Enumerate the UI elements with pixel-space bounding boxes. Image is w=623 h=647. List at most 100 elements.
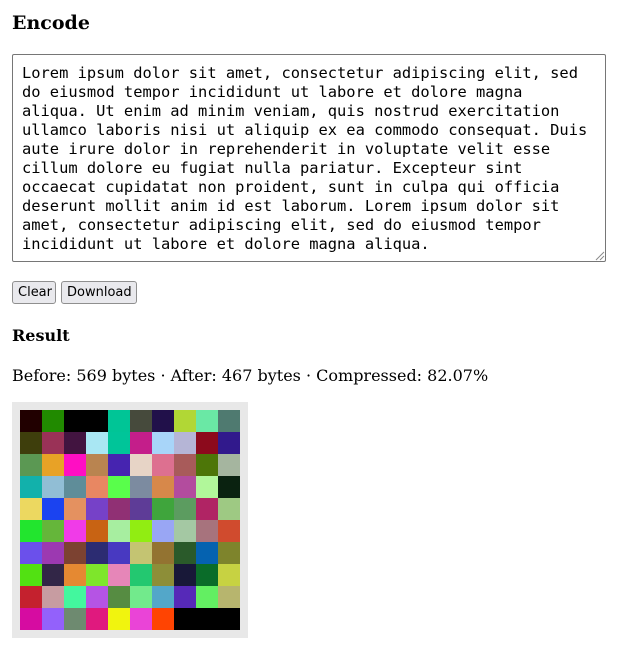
pixel-cell xyxy=(64,454,86,476)
pixel-cell xyxy=(42,586,64,608)
pixel-cell xyxy=(218,520,240,542)
pixel-cell xyxy=(196,542,218,564)
pixel-cell xyxy=(130,542,152,564)
pixel-cell xyxy=(108,410,130,432)
pixel-cell xyxy=(108,520,130,542)
pixel-cell xyxy=(130,498,152,520)
encoded-image xyxy=(12,402,248,638)
pixel-cell xyxy=(42,542,64,564)
pixel-cell xyxy=(108,454,130,476)
pixel-cell xyxy=(86,520,108,542)
pixel-cell xyxy=(174,432,196,454)
pixel-cell xyxy=(130,564,152,586)
pixel-cell xyxy=(152,564,174,586)
pixel-cell xyxy=(42,410,64,432)
pixel-cell xyxy=(42,432,64,454)
pixel-cell xyxy=(86,476,108,498)
pixel-cell xyxy=(196,586,218,608)
pixel-cell xyxy=(20,410,42,432)
pixel-cell xyxy=(20,608,42,630)
pixel-cell xyxy=(108,542,130,564)
pixel-cell xyxy=(218,542,240,564)
pixel-cell xyxy=(196,608,218,630)
pixel-cell xyxy=(64,432,86,454)
pixel-cell xyxy=(130,432,152,454)
encode-text-input[interactable]: Lorem ipsum dolor sit amet, consectetur … xyxy=(12,54,606,262)
pixel-cell xyxy=(64,476,86,498)
pixel-cell xyxy=(86,432,108,454)
pixel-cell xyxy=(64,542,86,564)
pixel-cell xyxy=(174,410,196,432)
pixel-cell xyxy=(152,410,174,432)
pixel-cell xyxy=(86,608,108,630)
pixel-cell xyxy=(196,432,218,454)
pixel-cell xyxy=(64,498,86,520)
pixel-cell xyxy=(42,564,64,586)
pixel-cell xyxy=(218,476,240,498)
pixel-cell xyxy=(218,410,240,432)
pixel-cell xyxy=(130,410,152,432)
pixel-cell xyxy=(152,520,174,542)
pixel-cell xyxy=(42,498,64,520)
pixel-cell xyxy=(196,410,218,432)
pixel-cell xyxy=(152,432,174,454)
pixel-cell xyxy=(218,608,240,630)
pixel-cell xyxy=(64,608,86,630)
pixel-cell xyxy=(174,586,196,608)
pixel-cell xyxy=(130,520,152,542)
pixel-cell xyxy=(152,586,174,608)
pixel-cell xyxy=(152,476,174,498)
pixel-cell xyxy=(86,564,108,586)
pixel-cell xyxy=(218,432,240,454)
pixel-cell xyxy=(20,476,42,498)
resize-handle-icon[interactable] xyxy=(593,249,605,261)
pixel-cell xyxy=(20,498,42,520)
pixel-cell xyxy=(174,498,196,520)
pixel-cell xyxy=(20,542,42,564)
pixel-cell xyxy=(218,564,240,586)
pixel-cell xyxy=(174,608,196,630)
pixel-cell xyxy=(174,520,196,542)
pixel-cell xyxy=(130,586,152,608)
pixel-cell xyxy=(20,432,42,454)
result-heading: Result xyxy=(12,326,70,345)
pixel-cell xyxy=(64,564,86,586)
pixel-cell xyxy=(86,454,108,476)
pixel-cell xyxy=(218,586,240,608)
pixel-cell xyxy=(196,476,218,498)
encode-heading: Encode xyxy=(12,12,90,34)
pixel-cell xyxy=(130,454,152,476)
pixel-cell xyxy=(64,520,86,542)
pixel-cell xyxy=(42,608,64,630)
pixel-cell xyxy=(130,476,152,498)
pixel-cell xyxy=(130,608,152,630)
pixel-cell xyxy=(174,542,196,564)
pixel-cell xyxy=(108,564,130,586)
pixel-cell xyxy=(152,454,174,476)
pixel-cell xyxy=(152,542,174,564)
pixel-cell xyxy=(218,454,240,476)
pixel-cell xyxy=(196,454,218,476)
pixel-cell xyxy=(218,498,240,520)
pixel-cell xyxy=(174,564,196,586)
pixel-cell xyxy=(108,608,130,630)
clear-button[interactable]: Clear xyxy=(12,281,56,304)
pixel-cell xyxy=(42,520,64,542)
pixel-cell xyxy=(152,608,174,630)
pixel-cell xyxy=(108,476,130,498)
pixel-cell xyxy=(108,432,130,454)
pixel-cell xyxy=(86,542,108,564)
pixel-cell xyxy=(64,586,86,608)
pixel-cell xyxy=(64,410,86,432)
pixel-cell xyxy=(196,564,218,586)
compression-stats: Before: 569 bytes · After: 467 bytes · C… xyxy=(12,366,489,385)
download-button[interactable]: Download xyxy=(61,281,137,304)
pixel-cell xyxy=(20,586,42,608)
pixel-cell xyxy=(196,498,218,520)
pixel-cell xyxy=(108,498,130,520)
pixel-cell xyxy=(42,454,64,476)
pixel-cell xyxy=(86,498,108,520)
pixel-cell xyxy=(174,454,196,476)
pixel-cell xyxy=(20,564,42,586)
pixel-cell xyxy=(20,520,42,542)
